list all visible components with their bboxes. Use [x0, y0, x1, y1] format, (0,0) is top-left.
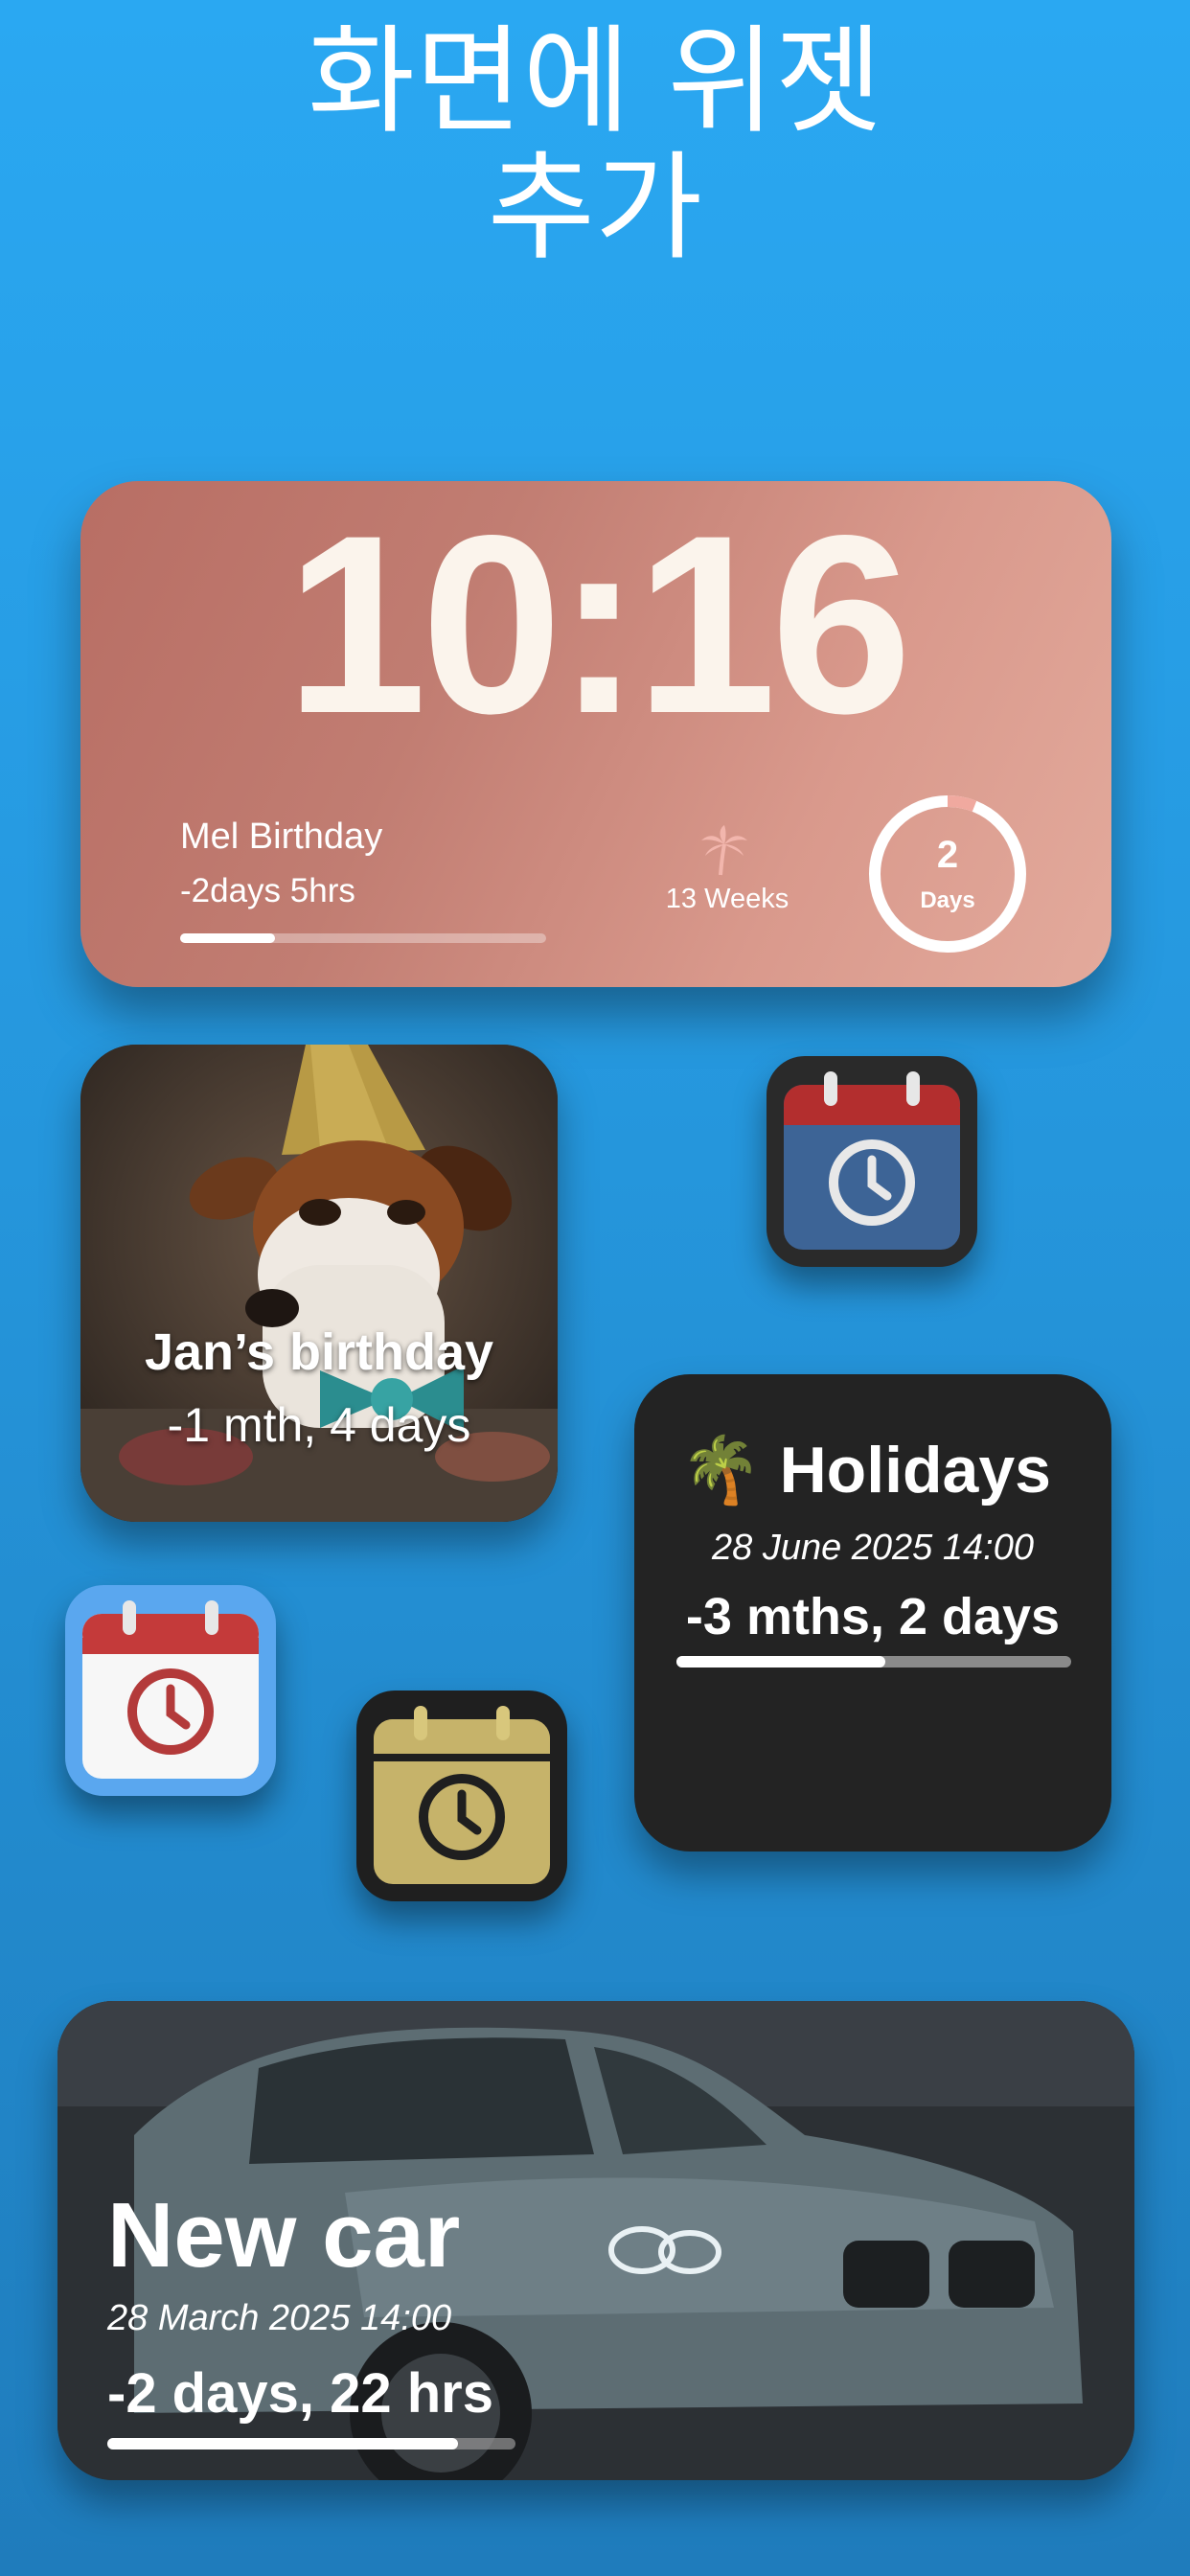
ring-label: Days	[920, 887, 975, 913]
page-title: 화면에 위젯 추가	[0, 13, 1190, 276]
weeks-label: 13 Weeks	[665, 884, 790, 914]
calendar-clock-dark-blue-icon[interactable]	[767, 1056, 977, 1267]
holidays-progress-bar	[676, 1656, 1071, 1668]
title-line-1: 화면에 위젯	[308, 13, 882, 150]
ring-value: 2	[936, 834, 959, 876]
holidays-title: Holidays	[779, 1434, 1051, 1506]
car-progress-bar	[107, 2438, 515, 2450]
holidays-countdown: -3 mths, 2 days	[685, 1588, 1061, 1645]
event-countdown: -2days 5hrs	[180, 872, 355, 909]
calendar-clock-gold-icon[interactable]	[356, 1690, 567, 1901]
holidays-progress-fill	[676, 1656, 886, 1668]
lock-screen-widget[interactable]: 10:16 Mel Birthday -2days 5hrs 13 Weeks …	[80, 481, 1111, 987]
event-progress-bar	[180, 933, 546, 943]
calendar-clock-white-icon[interactable]	[65, 1585, 276, 1796]
event-name: Mel Birthday	[180, 816, 383, 857]
car-date: 28 March 2025 14:00	[107, 2298, 452, 2338]
palm-tree-icon	[691, 823, 758, 887]
car-progress-fill	[107, 2438, 459, 2450]
photo-widget-countdown: -1 mth, 4 days	[167, 1398, 471, 1452]
car-countdown: -2 days, 22 hrs	[107, 2362, 493, 2425]
title-line-2: 추가	[487, 139, 703, 276]
birthday-photo-widget[interactable]: Jan’s birthday -1 mth, 4 days	[80, 1045, 558, 1522]
holidays-date: 28 June 2025 14:00	[712, 1528, 1034, 1568]
holidays-title-row: 🌴 Holidays	[680, 1432, 1092, 1508]
new-car-widget[interactable]: New car 28 March 2025 14:00 -2 days, 22 …	[57, 2001, 1134, 2480]
event-progress-fill	[180, 933, 276, 943]
photo-widget-title: Jan’s birthday	[144, 1323, 494, 1381]
palm-tree-emoji-icon: 🌴	[680, 1434, 762, 1506]
holidays-widget[interactable]: 🌴 Holidays 28 June 2025 14:00 -3 mths, 2…	[634, 1374, 1111, 1852]
car-title: New car	[107, 2184, 461, 2287]
clock-time: 10:16	[286, 483, 912, 767]
